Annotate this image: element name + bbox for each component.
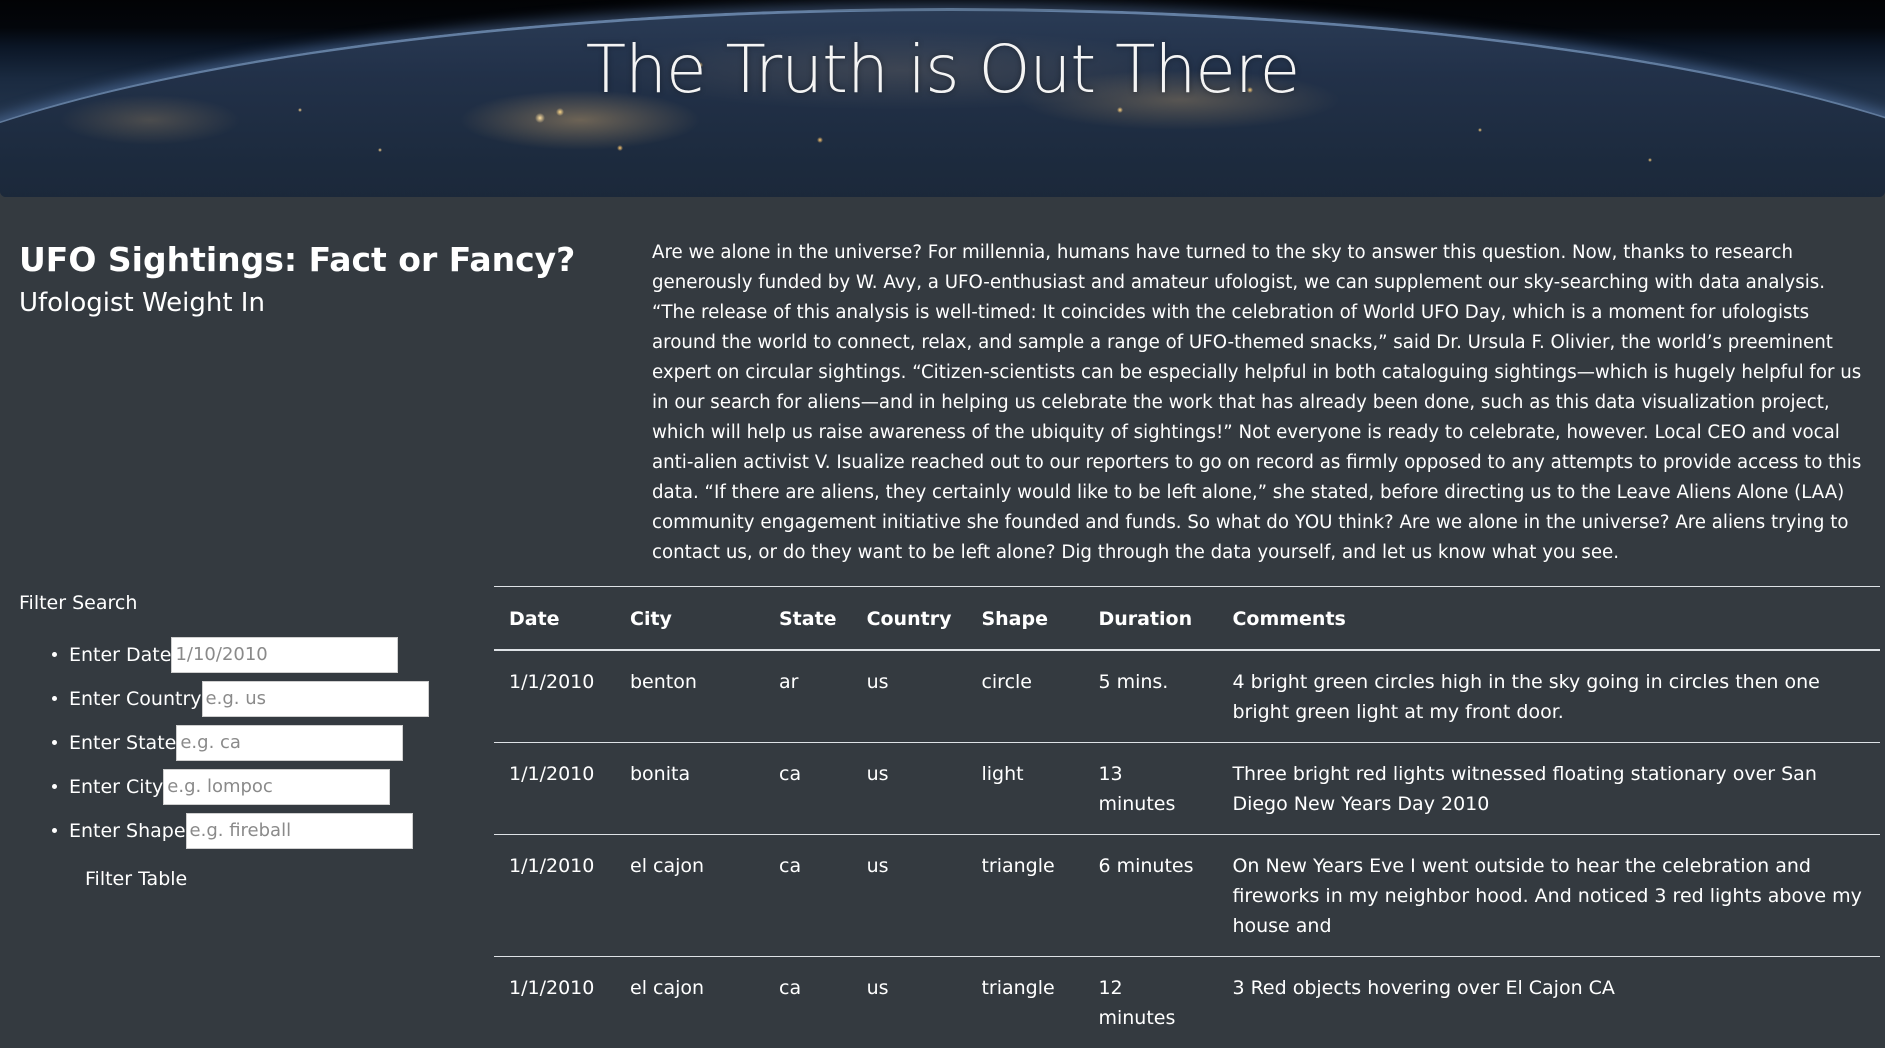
header-duration: Duration (1083, 587, 1217, 651)
cell-date: 1/1/2010 (494, 743, 615, 835)
ufo-table: Date City State Country Shape Duration C… (494, 586, 1880, 1048)
cell-country: us (852, 835, 967, 957)
cell-city: bonita (615, 743, 764, 835)
cell-date: 1/1/2010 (494, 835, 615, 957)
cell-city: benton (615, 650, 764, 743)
cell-date: 1/1/2010 (494, 957, 615, 1048)
cell-city: el cajon (615, 835, 764, 957)
filter-item-date: Enter Date (69, 636, 429, 680)
city-input[interactable] (163, 769, 390, 805)
cell-state: ca (764, 743, 852, 835)
cell-date: 1/1/2010 (494, 650, 615, 743)
cell-country: us (852, 650, 967, 743)
state-input[interactable] (176, 725, 403, 761)
cell-comments: 4 bright green circles high in the sky g… (1217, 650, 1880, 743)
cell-country: us (852, 957, 967, 1048)
cell-city: el cajon (615, 957, 764, 1048)
cell-shape: triangle (966, 957, 1083, 1048)
city-label: Enter City (69, 769, 163, 805)
filter-table-button[interactable]: Filter Table (74, 864, 198, 894)
page-subtitle: Ufologist Weight In (19, 286, 265, 320)
shape-input[interactable] (186, 813, 413, 849)
header-city: City (615, 587, 764, 651)
filter-item-shape: Enter Shape (69, 812, 429, 856)
cell-duration: 5 mins. (1083, 650, 1217, 743)
cell-state: ar (764, 650, 852, 743)
cell-comments: Three bright red lights witnessed floati… (1217, 743, 1880, 835)
cell-comments: 3 Red objects hovering over El Cajon CA (1217, 957, 1880, 1048)
table-header-row: Date City State Country Shape Duration C… (494, 587, 1880, 651)
header-country: Country (852, 587, 967, 651)
filter-item-state: Enter State (69, 724, 429, 768)
cell-shape: triangle (966, 835, 1083, 957)
filter-list: Enter Date Enter Country Enter State Ent… (19, 636, 429, 856)
cell-shape: circle (966, 650, 1083, 743)
cell-duration: 13 minutes (1083, 743, 1217, 835)
hero-title: The Truth is Out There (0, 28, 1885, 112)
table-row: 1/1/2010 el cajon ca us triangle 6 minut… (494, 835, 1880, 957)
ufo-table-container: Date City State Country Shape Duration C… (494, 586, 1880, 1048)
header-shape: Shape (966, 587, 1083, 651)
cell-country: us (852, 743, 967, 835)
header-state: State (764, 587, 852, 651)
cell-duration: 12 minutes (1083, 957, 1217, 1048)
header-date: Date (494, 587, 615, 651)
cell-comments: On New Years Eve I went outside to hear … (1217, 835, 1880, 957)
cell-shape: light (966, 743, 1083, 835)
hero-banner: The Truth is Out There (0, 0, 1885, 197)
table-row: 1/1/2010 el cajon ca us triangle 12 minu… (494, 957, 1880, 1048)
country-input[interactable] (202, 681, 429, 717)
header-comments: Comments (1217, 587, 1880, 651)
cell-state: ca (764, 957, 852, 1048)
table-row: 1/1/2010 benton ar us circle 5 mins. 4 b… (494, 650, 1880, 743)
filter-item-country: Enter Country (69, 680, 429, 724)
date-label: Enter Date (69, 637, 171, 673)
shape-label: Enter Shape (69, 813, 186, 849)
state-label: Enter State (69, 725, 176, 761)
filter-heading: Filter Search (19, 590, 137, 616)
table-row: 1/1/2010 bonita ca us light 13 minutes T… (494, 743, 1880, 835)
filter-item-city: Enter City (69, 768, 429, 812)
country-label: Enter Country (69, 681, 202, 717)
date-input[interactable] (171, 637, 398, 673)
cell-duration: 6 minutes (1083, 835, 1217, 957)
page-title: UFO Sightings: Fact or Fancy? (19, 239, 575, 281)
cell-state: ca (764, 835, 852, 957)
article-text: Are we alone in the universe? For millen… (652, 238, 1868, 568)
